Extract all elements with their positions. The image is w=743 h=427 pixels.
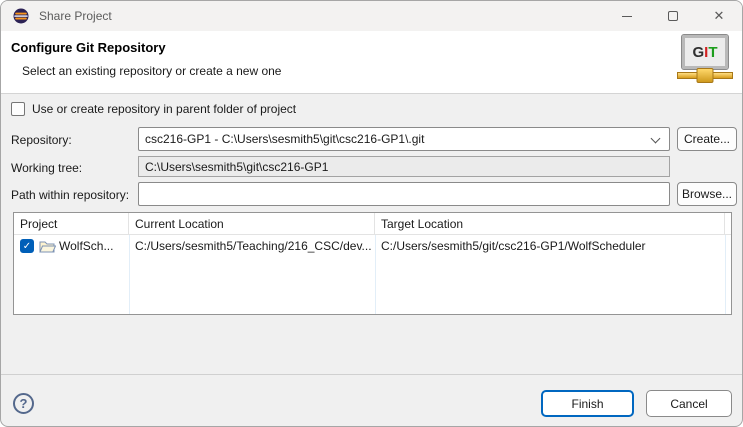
column-header-current-location[interactable]: Current Location — [129, 213, 375, 235]
repository-value: csc216-GP1 - C:\Users\sesmith5\git\csc21… — [145, 132, 425, 146]
parent-folder-checkbox-label[interactable]: Use or create repository in parent folde… — [32, 102, 296, 116]
working-tree-label: Working tree: — [11, 161, 83, 175]
eclipse-icon — [13, 8, 29, 24]
column-header-project[interactable]: Project — [14, 213, 129, 235]
open-folder-icon — [39, 241, 56, 253]
table-row[interactable]: ✓ WolfSch... C:/Users/sesmith5/Teaching/… — [14, 235, 731, 257]
browse-button[interactable]: Browse... — [677, 182, 737, 206]
maximize-button[interactable] — [650, 1, 696, 31]
cell-current-location: C:/Users/sesmith5/Teaching/216_CSC/dev..… — [135, 239, 372, 253]
git-icon: GIT — [677, 34, 733, 86]
row-checkbox[interactable]: ✓ — [20, 239, 34, 253]
git-icon-node — [696, 68, 714, 83]
maximize-icon — [668, 11, 678, 21]
page-title: Configure Git Repository — [11, 40, 166, 55]
share-project-dialog: Share Project ✕ Configure Git Repository… — [0, 0, 743, 427]
working-tree-value: C:\Users\sesmith5\git\csc216-GP1 — [145, 160, 329, 174]
git-icon-monitor: GIT — [681, 34, 729, 70]
close-button[interactable]: ✕ — [696, 1, 742, 31]
cell-project: WolfSch... — [59, 239, 114, 253]
column-header-target-location[interactable]: Target Location — [375, 213, 725, 235]
close-icon: ✕ — [713, 8, 725, 23]
cell-target-location: C:/Users/sesmith5/git/csc216-GP1/WolfSch… — [381, 239, 646, 253]
title-bar: Share Project ✕ — [1, 1, 742, 31]
dialog-header: Configure Git Repository Select an exist… — [1, 31, 742, 94]
repository-label: Repository: — [11, 133, 72, 147]
page-subtitle: Select an existing repository or create … — [22, 64, 282, 78]
path-within-repository-input[interactable] — [138, 182, 670, 206]
create-button[interactable]: Create... — [677, 127, 737, 151]
window-title: Share Project — [39, 9, 112, 23]
repository-combobox[interactable]: csc216-GP1 - C:\Users\sesmith5\git\csc21… — [138, 127, 670, 151]
footer-divider — [1, 374, 742, 375]
cancel-button[interactable]: Cancel — [646, 390, 732, 417]
minimize-button[interactable] — [604, 1, 650, 31]
project-table: Project Current Location Target Location… — [13, 212, 732, 315]
path-within-repository-label: Path within repository: — [11, 188, 130, 202]
finish-button[interactable]: Finish — [541, 390, 634, 417]
table-header: Project Current Location Target Location — [14, 213, 731, 235]
parent-folder-checkbox[interactable] — [11, 102, 25, 116]
chevron-down-icon[interactable] — [650, 133, 661, 144]
minimize-icon — [622, 15, 632, 17]
working-tree-field: C:\Users\sesmith5\git\csc216-GP1 — [138, 156, 670, 177]
help-button[interactable]: ? — [13, 393, 34, 414]
